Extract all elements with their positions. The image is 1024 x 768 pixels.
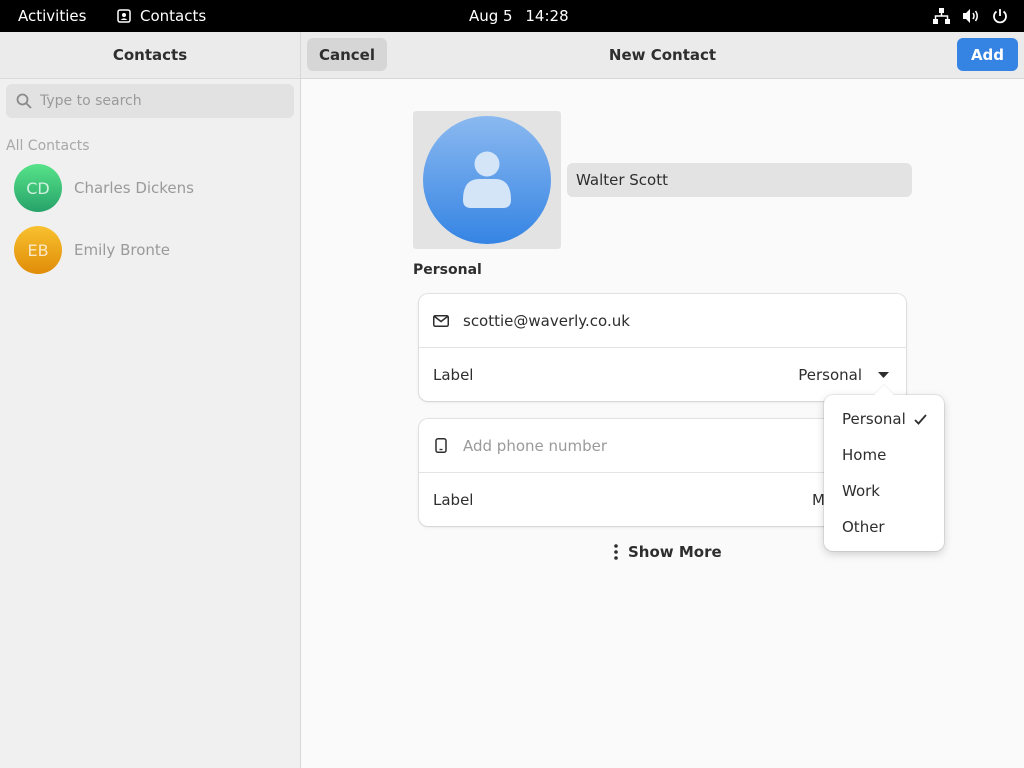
avatar-initials: CD (26, 178, 50, 198)
avatar-placeholder (423, 116, 551, 244)
contacts-app-icon (117, 9, 131, 23)
popover-option-personal[interactable]: Personal (842, 409, 927, 429)
clock-date: Aug 5 (469, 7, 513, 25)
phone-field[interactable] (461, 435, 845, 456)
email-field[interactable] (461, 310, 845, 331)
email-label-title: Label (433, 365, 474, 384)
network-icon (933, 8, 950, 24)
label-popover: Personal Home Work Other (824, 395, 944, 551)
phone-icon (433, 438, 449, 453)
email-row (419, 294, 906, 347)
option-label: Other (842, 518, 885, 536)
search-input[interactable] (38, 92, 272, 110)
activities-button[interactable]: Activities (18, 7, 86, 25)
add-button[interactable]: Add (957, 38, 1018, 71)
name-field[interactable] (567, 163, 912, 197)
email-label-value: Personal (798, 365, 862, 384)
option-label: Personal (842, 410, 906, 428)
contact-name: Emily Bronte (74, 241, 170, 259)
person-icon (463, 151, 511, 208)
mail-icon (433, 314, 449, 327)
top-bar: Activities Contacts Aug 5 14:28 (0, 0, 1024, 32)
search-icon (16, 93, 32, 109)
avatar-initials: EB (27, 240, 49, 260)
contact-list-item[interactable]: CD Charles Dickens (0, 158, 300, 218)
phone-label-title: Label (433, 490, 474, 509)
popover-option-other[interactable]: Other (842, 517, 885, 537)
check-icon (914, 413, 927, 425)
clock[interactable]: Aug 5 14:28 (469, 7, 569, 25)
contact-photo-button[interactable] (413, 111, 561, 249)
show-more-label: Show More (628, 543, 722, 561)
more-vertical-icon (614, 544, 618, 560)
power-icon (993, 9, 1007, 24)
app-menu[interactable]: Contacts (117, 7, 206, 25)
sidebar: Contacts All Contacts CD Charles Dickens… (0, 32, 301, 768)
popover-option-work[interactable]: Work (842, 481, 880, 501)
main-header: Cancel New Contact Add (301, 32, 1024, 79)
dropdown-arrow-icon (878, 372, 889, 378)
popover-option-home[interactable]: Home (842, 445, 886, 465)
option-label: Home (842, 446, 887, 464)
clock-time: 14:28 (525, 7, 569, 25)
avatar: CD (14, 164, 62, 212)
show-more-button[interactable]: Show More (614, 543, 722, 561)
email-card: Label Personal (419, 294, 906, 401)
option-label: Work (842, 482, 880, 500)
sidebar-title: Contacts (0, 32, 300, 79)
group-title: Personal (413, 262, 482, 278)
volume-icon (963, 9, 978, 23)
app-menu-label: Contacts (140, 7, 207, 25)
search-bar[interactable] (6, 84, 294, 118)
system-tray[interactable] (933, 8, 1008, 24)
contact-name: Charles Dickens (74, 179, 194, 197)
contact-list-item[interactable]: EB Emily Bronte (0, 220, 300, 280)
email-label-row[interactable]: Label Personal (419, 347, 906, 401)
all-contacts-heading: All Contacts (6, 138, 90, 154)
avatar: EB (14, 226, 62, 274)
page-title: New Contact (608, 46, 717, 64)
